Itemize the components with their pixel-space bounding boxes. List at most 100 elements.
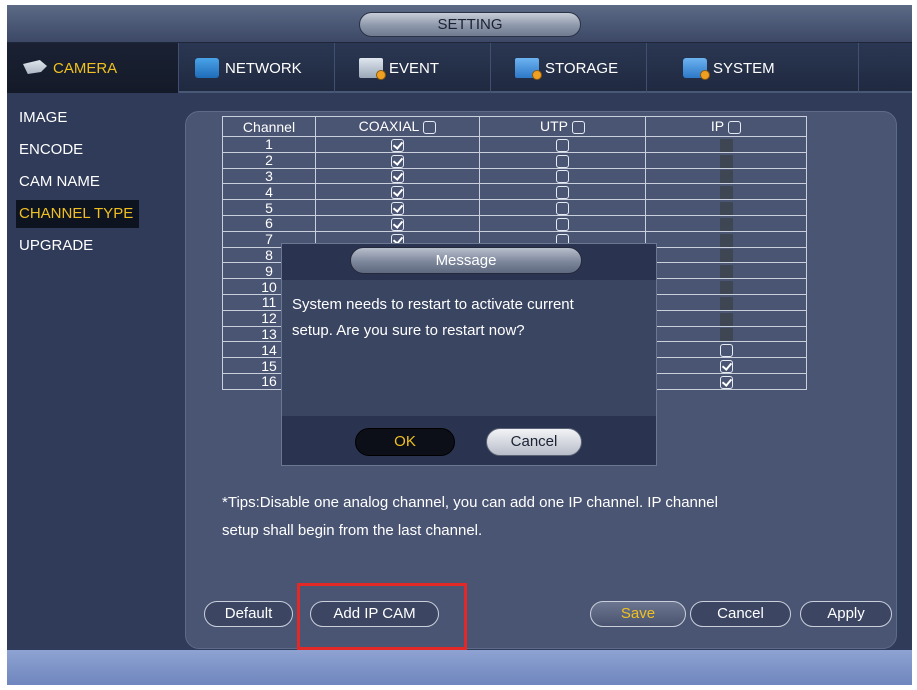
coaxial-checkbox[interactable] — [391, 186, 404, 200]
dialog-footer: OK Cancel — [282, 416, 656, 465]
utp-checkbox[interactable] — [556, 154, 569, 168]
utp-checkbox[interactable] — [556, 186, 569, 200]
tips-text: *Tips:Disable one analog channel, you ca… — [222, 489, 822, 545]
utp-checkbox[interactable] — [556, 201, 569, 215]
tab-camera-label: CAMERA — [53, 59, 118, 77]
title-bar: SETTING — [7, 5, 912, 43]
coaxial-cell — [315, 183, 480, 201]
coaxial-checkbox[interactable] — [391, 154, 404, 168]
utp-select-all-checkbox[interactable] — [572, 120, 585, 134]
ip-checkbox — [719, 328, 733, 342]
tab-network[interactable]: NETWORK — [179, 43, 335, 93]
dialog-message-line-1: System needs to restart to activate curr… — [292, 296, 574, 313]
utp-cell — [479, 136, 646, 153]
ip-cell — [645, 214, 807, 232]
tab-network-label: NETWORK — [225, 59, 302, 77]
network-icon — [195, 58, 219, 78]
utp-checkbox[interactable] — [556, 217, 569, 231]
column-header-coaxial: COAXIAL — [315, 116, 480, 137]
ip-cell — [645, 325, 807, 343]
ip-cell — [645, 293, 807, 311]
ip-cell — [645, 136, 807, 153]
menu-item-channel-type[interactable]: CHANNEL TYPE — [16, 200, 140, 228]
utp-cell — [479, 151, 646, 169]
ip-cell — [645, 199, 807, 216]
ip-checkbox — [719, 296, 733, 310]
channel-number-cell: 4 — [222, 183, 316, 201]
ip-cell — [645, 230, 807, 248]
window-title: SETTING — [359, 12, 581, 37]
utp-checkbox[interactable] — [556, 138, 569, 152]
coaxial-cell — [315, 151, 480, 169]
ip-checkbox — [719, 249, 733, 263]
ip-checkbox — [719, 186, 733, 200]
menu-item-image[interactable]: IMAGE — [16, 104, 73, 132]
ip-checkbox — [719, 138, 733, 152]
coaxial-checkbox[interactable] — [391, 217, 404, 231]
dialog-message-line-2: setup. Are you sure to restart now? — [292, 322, 525, 339]
coaxial-cell — [315, 167, 480, 185]
ip-checkbox — [719, 233, 733, 247]
utp-checkbox[interactable] — [556, 170, 569, 184]
coaxial-cell — [315, 214, 480, 232]
menu-item-upgrade[interactable]: UPGRADE — [16, 232, 99, 260]
ip-cell — [645, 309, 807, 327]
table-row: 1 — [222, 136, 807, 153]
main-tab-bar: CAMERA NETWORK EVENT STORAGE SYSTEM — [7, 43, 912, 93]
tab-system[interactable]: SYSTEM — [647, 43, 859, 93]
apply-button[interactable]: Apply — [800, 601, 892, 627]
ip-checkbox[interactable] — [719, 359, 733, 373]
coaxial-checkbox[interactable] — [391, 170, 404, 184]
menu-item-encode[interactable]: ENCODE — [16, 136, 89, 164]
coaxial-checkbox[interactable] — [391, 201, 404, 215]
cancel-button[interactable]: Cancel — [690, 601, 791, 627]
table-row: 4 — [222, 183, 807, 201]
ip-cell — [645, 262, 807, 280]
ip-checkbox — [719, 280, 733, 294]
storage-icon — [515, 58, 542, 80]
restart-message-dialog: Message System needs to restart to activ… — [281, 243, 657, 466]
ip-cell — [645, 372, 807, 390]
channel-number-cell: 3 — [222, 167, 316, 185]
table-row: 5 — [222, 199, 807, 216]
column-header-utp: UTP — [479, 116, 646, 137]
column-header-channel: Channel — [222, 116, 316, 137]
ip-cell — [645, 183, 807, 201]
status-bar — [7, 650, 912, 685]
table-row: 3 — [222, 167, 807, 185]
ip-cell — [645, 278, 807, 295]
ip-cell — [645, 151, 807, 169]
utp-cell — [479, 167, 646, 185]
ip-checkbox — [719, 265, 733, 279]
dialog-ok-button[interactable]: OK — [355, 428, 455, 456]
table-header-row: Channel COAXIAL UTP IP — [222, 116, 807, 137]
utp-cell — [479, 199, 646, 216]
ip-checkbox[interactable] — [719, 375, 733, 389]
coaxial-checkbox[interactable] — [391, 138, 404, 152]
ip-select-all-checkbox[interactable] — [728, 120, 742, 134]
ip-checkbox — [719, 201, 733, 215]
ip-cell — [645, 357, 807, 374]
tab-camera[interactable]: CAMERA — [7, 43, 179, 93]
tab-event[interactable]: EVENT — [335, 43, 491, 93]
menu-item-cam-name[interactable]: CAM NAME — [16, 168, 106, 196]
coaxial-cell — [315, 199, 480, 216]
tab-storage-label: STORAGE — [545, 59, 619, 77]
tab-system-label: SYSTEM — [713, 59, 775, 77]
utp-cell — [479, 214, 646, 232]
highlight-box — [297, 583, 467, 650]
tips-line-2: setup shall begin from the last channel. — [222, 522, 483, 539]
default-button[interactable]: Default — [204, 601, 293, 627]
channel-number-cell: 2 — [222, 151, 316, 169]
ip-checkbox[interactable] — [719, 344, 733, 358]
ip-cell — [645, 246, 807, 264]
coaxial-select-all-checkbox[interactable] — [423, 120, 437, 134]
utp-cell — [479, 183, 646, 201]
save-button[interactable]: Save — [590, 601, 686, 627]
ip-checkbox — [719, 217, 733, 231]
coaxial-cell — [315, 136, 480, 153]
dialog-cancel-button[interactable]: Cancel — [486, 428, 582, 456]
tab-storage[interactable]: STORAGE — [491, 43, 647, 93]
system-icon — [683, 58, 710, 80]
channel-number-cell: 1 — [222, 136, 316, 153]
